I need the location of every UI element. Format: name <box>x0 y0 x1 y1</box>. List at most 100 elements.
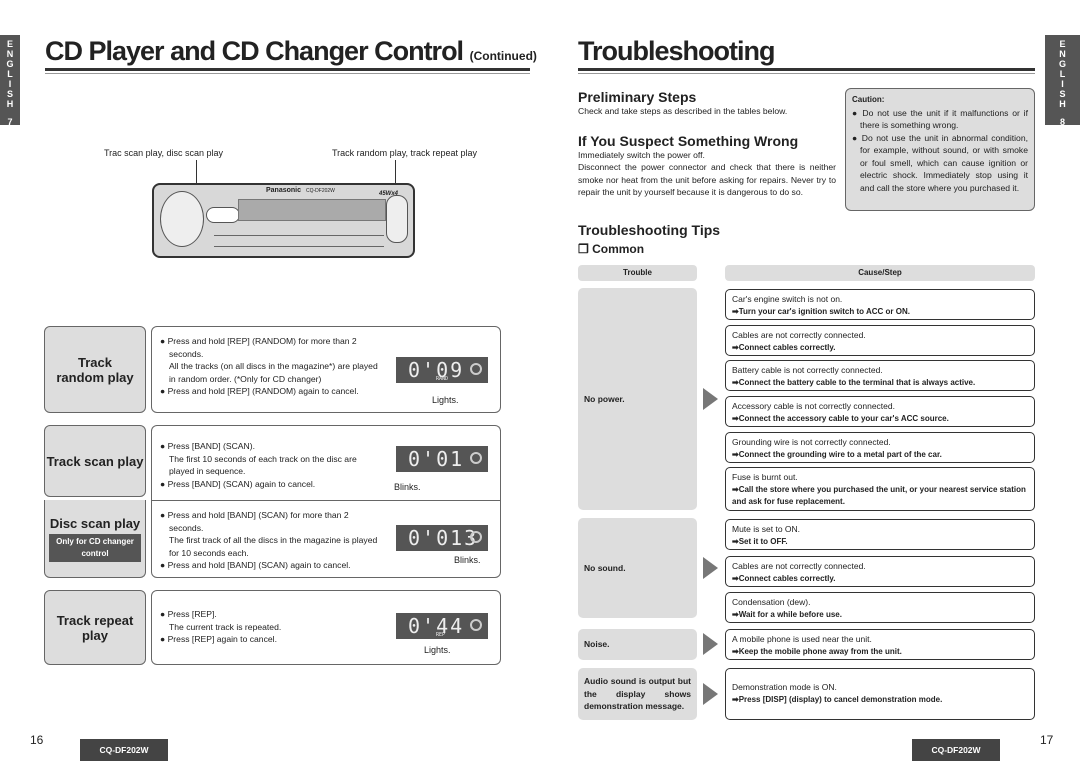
display-value: 0'01 <box>408 447 465 471</box>
language-tab-left: ENGLISH 7 <box>0 35 20 127</box>
caution-text: Do not use the unit if it malfunctions o… <box>860 107 1028 131</box>
lcd-display: 0'44 REP <box>396 613 488 639</box>
step-text: ➡Connect the battery cable to the termin… <box>732 377 976 387</box>
bullet-text: The current track is repeated. <box>169 621 282 632</box>
brand-logo: Panasonic <box>266 187 302 194</box>
common-heading: ❒ Common <box>578 242 645 256</box>
tab-letter: N <box>6 49 14 59</box>
step-text: ➡Set it to OFF. <box>732 536 788 546</box>
cause-text: Mute is set to ON. <box>732 524 801 534</box>
bullet-2: ● Press and hold [REP] (RANDOM) again to… <box>160 386 359 396</box>
bullet-2: ● Press [BAND] (SCAN) again to cancel. <box>160 478 316 489</box>
bullet-1: ● Press [BAND] (SCAN). <box>160 441 255 451</box>
bullet-text: All the tracks (on all discs in the maga… <box>169 361 378 384</box>
caution-item: ● Do not use the unit in abnormal condit… <box>852 132 1028 193</box>
column-header-cause: Cause/Step <box>725 265 1035 281</box>
cause-text: Cables are not correctly connected. <box>732 561 866 571</box>
step-text: ➡Connect cables correctly. <box>732 573 836 583</box>
tab-letter: G <box>1058 59 1066 69</box>
cd-changer-note: Only for CD changer control <box>49 533 141 562</box>
cause-step: Grounding wire is not correctly connecte… <box>725 432 1035 463</box>
device-display <box>238 199 386 221</box>
language-tab-right: ENGLISH 8 <box>1045 35 1080 127</box>
mode-content-track-random: ● Press and hold [REP] (RANDOM) for more… <box>151 326 501 413</box>
mode-title: Track repeat play <box>56 612 134 643</box>
cause-text: Cables are not correctly connected. <box>732 330 866 340</box>
tab-letter: E <box>6 39 13 49</box>
lcd-display: 0'01 <box>396 446 488 472</box>
tab-letter: S <box>6 89 13 99</box>
lcd-display: 0'013 <box>396 525 488 551</box>
display-caption: Lights. <box>424 645 451 655</box>
page-title-left: CD Player and CD Changer Control (Contin… <box>45 36 537 67</box>
rand-indicator: RAND <box>436 376 449 382</box>
cd-icon <box>470 619 482 631</box>
preliminary-steps-heading: Preliminary Steps <box>578 89 697 105</box>
caution-box: Caution: ● Do not use the unit if it mal… <box>845 88 1035 211</box>
cause-step: Mute is set to ON. ➡Set it to OFF. <box>725 519 1035 550</box>
step-text: ➡Connect cables correctly. <box>732 342 836 352</box>
bullet-1: ● Press [REP]. <box>160 609 217 619</box>
title-rule <box>45 68 530 71</box>
page-number-left: 16 <box>30 733 44 747</box>
arrow-icon <box>703 557 718 579</box>
mode-content-track-repeat: ● Press [REP]. The current track is repea… <box>151 590 501 665</box>
tune-button <box>206 207 240 223</box>
cause-step: Cables are not correctly connected. ➡Conn… <box>725 556 1035 587</box>
title-text: CD Player and CD Changer Control <box>45 36 464 66</box>
cause-step: Car's engine switch is not on. ➡Turn your… <box>725 289 1035 320</box>
preliminary-steps-text: Check and take steps as described in the… <box>578 106 788 116</box>
tab-letter: N <box>1059 49 1066 59</box>
callout-label-scan: Trac scan play, disc scan play <box>104 148 224 158</box>
arrow-icon <box>703 683 718 705</box>
bullet-2: ● Press and hold [BAND] (SCAN) again to … <box>160 560 351 570</box>
cause-text: Accessory cable is not correctly connect… <box>732 401 895 411</box>
page-number-right: 17 <box>1040 733 1054 747</box>
model-label-left: CQ-DF202W <box>80 739 168 761</box>
tab-letter: H <box>1059 99 1066 109</box>
trouble-noise: Noise. <box>578 629 697 660</box>
cause-step: Demonstration mode is ON. ➡Press [DISP] (… <box>725 668 1035 720</box>
display-value: 0'013 <box>408 526 479 550</box>
display-caption: Lights. <box>432 395 459 405</box>
mode-title-track-random: Track random play <box>44 326 146 413</box>
step-text: ➡Wait for a while before use. <box>732 609 842 619</box>
page-title-right: Troubleshooting <box>578 36 775 66</box>
lcd-display: 0'09 RAND <box>396 357 488 383</box>
step-text: ➡Press [DISP] (display) to cancel demons… <box>732 694 943 704</box>
device-model: CQ-DF202W <box>306 188 335 194</box>
title-suffix: (Continued) <box>469 49 537 63</box>
section-number: 7 <box>7 117 13 127</box>
tab-letter: L <box>7 69 13 79</box>
cd-icon <box>470 452 482 464</box>
column-header-trouble: Trouble <box>578 265 697 281</box>
callout-label-random: Track random play, track repeat play <box>332 148 478 158</box>
cause-step: Cables are not correctly connected. ➡Conn… <box>725 325 1035 356</box>
arrow-icon <box>703 388 718 410</box>
mode-content-disc-scan: ● Press and hold [BAND] (SCAN) for more … <box>151 500 501 578</box>
caution-item: ● Do not use the unit if it malfunctions… <box>852 107 1028 131</box>
volume-dial <box>160 191 204 247</box>
tab-letter: S <box>1059 89 1066 99</box>
arrow-icon <box>703 633 718 655</box>
step-text: ➡Call the store where you purchased the … <box>732 484 1026 507</box>
caution-title: Caution: <box>852 95 885 104</box>
display-caption: Blinks. <box>394 482 421 492</box>
cause-text: Fuse is burnt out. <box>732 472 798 482</box>
mode-title: Track random play <box>56 354 134 385</box>
cause-text: A mobile phone is used near the unit. <box>732 634 872 644</box>
step-text: ➡Connect the accessory cable to your car… <box>732 413 949 423</box>
section-number: 8 <box>1059 117 1065 127</box>
bullet-2: ● Press [REP] again to cancel. <box>160 634 277 644</box>
cause-step: Fuse is burnt out. ➡Call the store where … <box>725 467 1035 511</box>
display-caption: Blinks. <box>454 555 481 565</box>
mode-title-track-repeat: Track repeat play <box>44 590 146 665</box>
rep-button-group <box>386 195 408 243</box>
cd-icon <box>470 531 482 543</box>
step-text: ➡Turn your car's ignition switch to ACC … <box>732 306 910 316</box>
bullet-1: ● Press and hold [REP] (RANDOM) for more… <box>160 336 357 359</box>
trouble-no-sound: No sound. <box>578 518 697 618</box>
tips-heading: Troubleshooting Tips <box>578 222 721 238</box>
title-rule <box>578 68 1035 71</box>
mode-title: Disc scan play <box>49 515 141 531</box>
